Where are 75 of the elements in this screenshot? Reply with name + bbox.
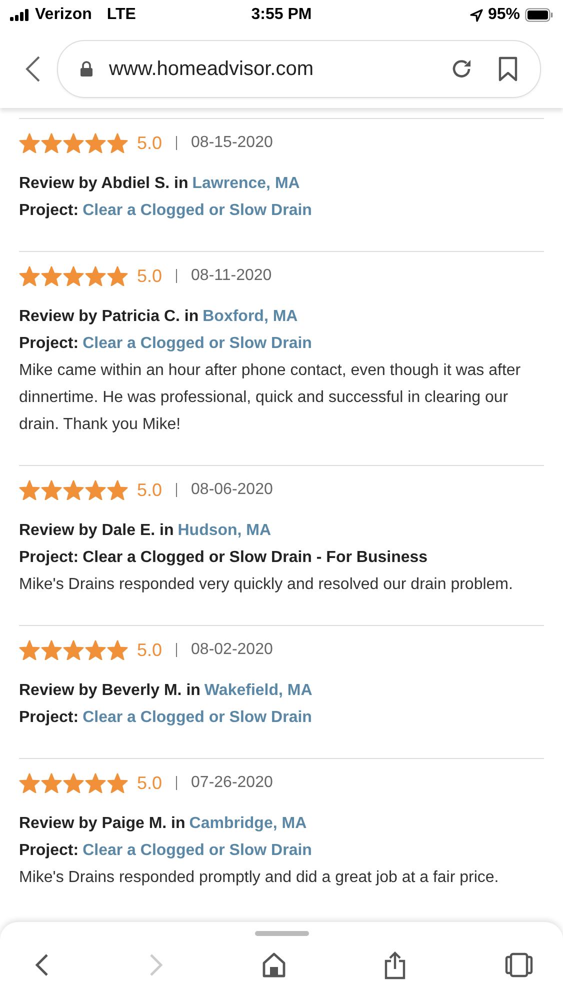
star-icon <box>85 773 106 793</box>
review-text: Mike's Drains responded promptly and did a great job at a fair price. <box>19 868 500 888</box>
battery-percent: 95% <box>488 6 520 24</box>
reviewer-name: Review by Paige M. in <box>19 815 186 832</box>
location-link[interactable]: Boxford, MA <box>202 308 298 325</box>
tabs-button[interactable] <box>505 952 533 978</box>
star-icon <box>19 133 40 153</box>
location-link[interactable]: Cambridge, MA <box>189 815 307 832</box>
review-date: 08-15-2020 <box>191 134 273 152</box>
review-date: 08-02-2020 <box>191 641 273 659</box>
url-text: www.homeadvisor.com <box>109 58 315 80</box>
review-text: Mike came within an hour after phone contact, even though it was after dinnertime. He was professional, quick and successful in clearing our drain. Thank you Mike! <box>19 361 522 435</box>
star-icon <box>41 480 62 500</box>
star-icon <box>107 773 128 793</box>
project-label: Project: <box>19 549 79 566</box>
star-icon <box>41 773 62 793</box>
reviewer-name: Review by Beverly M. in <box>19 682 200 699</box>
star-icon <box>107 133 128 153</box>
home-button[interactable] <box>262 952 286 978</box>
bookmark-button[interactable] <box>498 56 518 82</box>
rating-score: 5.0 <box>137 772 162 794</box>
star-icon <box>107 266 128 286</box>
location-link[interactable]: Lawrence, MA <box>192 175 300 192</box>
star-icon <box>85 266 106 286</box>
star-icon <box>85 133 106 153</box>
share-button[interactable] <box>383 950 408 980</box>
project-label: Project: <box>19 335 79 352</box>
star-icon <box>63 266 84 286</box>
review-date: 08-11-2020 <box>191 267 272 285</box>
review-text: Mike's Drains responded very quickly and resolved our drain problem. <box>19 575 514 595</box>
star-icon <box>19 640 40 660</box>
star-icon <box>19 773 40 793</box>
location-arrow-icon <box>470 8 483 22</box>
drag-handle[interactable] <box>254 931 308 936</box>
reviewer-name: Review by Dale E. in <box>19 522 174 539</box>
star-icon <box>41 266 62 286</box>
star-icon <box>85 640 106 660</box>
location-link[interactable]: Hudson, MA <box>178 522 272 539</box>
project-label: Project: <box>19 709 79 726</box>
star-icon <box>107 640 128 660</box>
carrier-name: Verizon <box>35 6 92 24</box>
project-label: Project: <box>19 202 79 219</box>
star-icon <box>63 480 84 500</box>
project-name: Clear a Clogged or Slow Drain - For Business <box>82 549 428 566</box>
rating-score: 5.0 <box>137 132 162 154</box>
star-icon <box>41 133 62 153</box>
project-link[interactable]: Clear a Clogged or Slow Drain <box>82 335 312 352</box>
back-button[interactable] <box>25 55 41 83</box>
star-icon <box>41 640 62 660</box>
network-type: LTE <box>106 6 136 24</box>
signal-icon <box>10 9 30 21</box>
rating-score: 5.0 <box>137 640 162 660</box>
star-icon <box>63 640 84 660</box>
reviewer-name: Review by Patricia C. in <box>19 308 199 325</box>
lock-icon <box>80 61 93 77</box>
reviewer-name: Review by Abdiel S. in <box>19 175 188 192</box>
review-date: 07-26-2020 <box>191 774 273 792</box>
location-link[interactable]: Wakefield, MA <box>204 682 312 699</box>
star-icon <box>19 266 40 286</box>
project-label: Project: <box>19 842 79 859</box>
back-button[interactable] <box>34 952 50 978</box>
star-icon <box>63 133 84 153</box>
rating-score: 5.0 <box>137 480 162 500</box>
project-link[interactable]: Clear a Clogged or Slow Drain <box>82 842 312 859</box>
star-icon <box>19 480 40 500</box>
review-date: 08-06-2020 <box>191 481 273 499</box>
star-icon <box>63 773 84 793</box>
star-icon <box>107 480 128 500</box>
address-bar[interactable]: www.homeadvisor.com <box>57 40 541 98</box>
project-link[interactable]: Clear a Clogged or Slow Drain <box>82 202 312 219</box>
clock-time: 3:55 PM <box>251 6 312 24</box>
star-icon <box>85 480 106 500</box>
battery-icon <box>525 8 553 22</box>
project-link[interactable]: Clear a Clogged or Slow Drain <box>82 709 312 726</box>
rating-score: 5.0 <box>137 266 162 286</box>
